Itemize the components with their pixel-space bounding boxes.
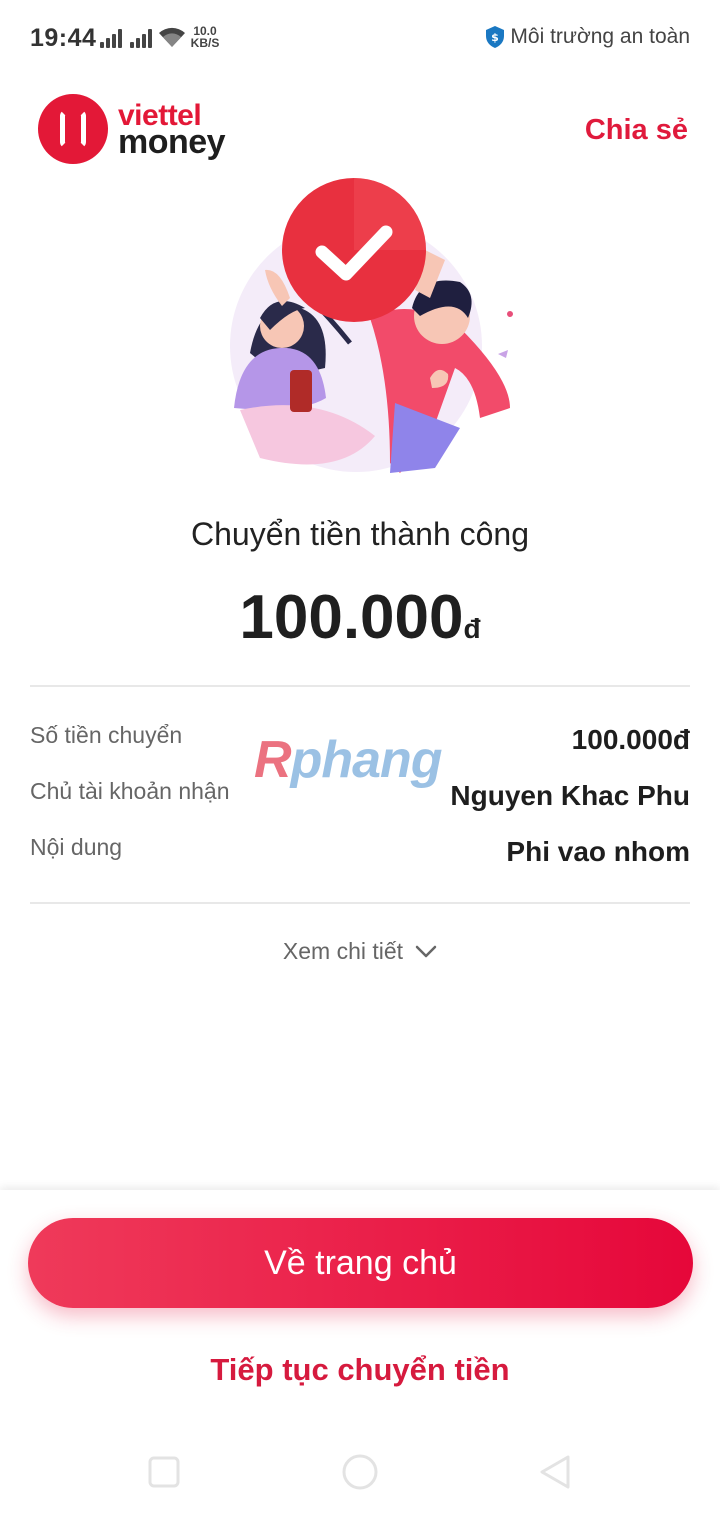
divider [30,902,690,904]
secure-indicator: $ Môi trường an toàn [484,25,690,49]
wifi-icon [159,27,185,47]
view-details-toggle[interactable]: Xem chi tiết [0,938,720,965]
home-nav-icon[interactable] [340,1454,380,1494]
net-speed-unit: KB/S [190,36,220,50]
detail-value: Nguyen Khac Phu [450,780,690,811]
detail-label: Nội dung [30,834,123,860]
recents-icon[interactable] [146,1454,182,1490]
status-time: 19:44 [30,24,97,52]
transfer-amount: 100.000đ [0,582,720,653]
detail-row-content: Nội dung Phi vao nhom [30,834,690,874]
shield-icon: $ [486,26,505,48]
continue-transfer-button[interactable]: Tiếp tục chuyển tiền [0,1352,720,1388]
success-title: Chuyển tiền thành công [190,516,530,552]
secure-text: Môi trường an toàn [510,25,690,48]
share-button[interactable]: Chia sẻ [585,114,688,147]
home-button[interactable]: Về trang chủ [28,1218,693,1308]
view-details-label: Xem chi tiết [282,938,404,964]
success-illustration [230,178,513,473]
svg-text:$: $ [492,31,500,44]
back-icon[interactable] [536,1454,574,1492]
detail-value: 100.000đ [571,724,690,755]
home-button-label: Về trang chủ [264,1243,457,1282]
detail-label: Số tiền chuyển [30,722,183,748]
detail-label: Chủ tài khoản nhận [30,778,230,804]
viettel-money-logo: viettel money [38,94,226,164]
detail-value: Phi vao nhom [506,836,690,867]
status-bar: 19:44 10.0 KB/S $ Môi trường an toàn [0,0,720,80]
watermark: Rphang [254,731,443,789]
logo-mark-icon [38,94,108,164]
divider [30,685,690,687]
signal-icon [130,28,152,48]
transfer-amount-value: 100.000 [239,583,464,652]
chevron-down-icon [415,945,437,957]
currency-symbol: đ [463,613,481,644]
signal-icon [100,28,122,48]
net-speed: 10.0 KB/S [190,25,220,49]
system-nav-bar [0,1440,720,1520]
logo-text-money: money [118,123,226,161]
